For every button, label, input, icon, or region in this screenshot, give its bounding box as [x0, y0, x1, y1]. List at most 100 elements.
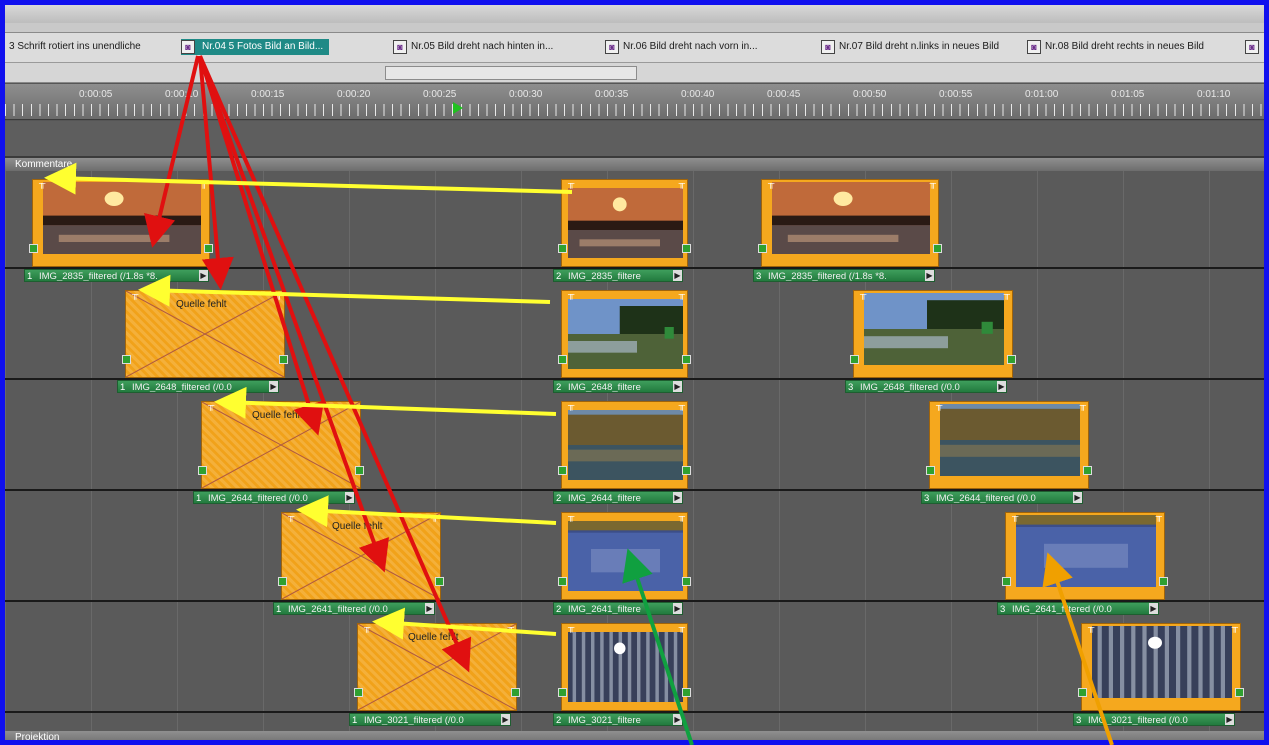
clip-label-bar[interactable]: 2 IMG_2835_filtere ▶ — [553, 269, 683, 282]
timeline-clip[interactable]: ╥ ╥ — [29, 178, 213, 267]
keyframe-handle[interactable] — [1159, 577, 1168, 586]
clip-label-bar[interactable]: 1 IMG_2644_filtered (/0.0 ▶ — [193, 491, 355, 504]
effect-tab-7[interactable]: ◙ — [1245, 39, 1263, 55]
clip-label-bar[interactable]: 2 IMG_2648_filtere ▶ — [553, 380, 683, 393]
keyframe-handle[interactable] — [558, 355, 567, 364]
keyframe-handle[interactable] — [682, 244, 691, 253]
clip-pin-icon: ╥ — [431, 511, 438, 521]
clip-end-arrow-icon[interactable]: ▶ — [269, 381, 278, 392]
keyframe-handle[interactable] — [511, 688, 520, 697]
timeline-clip[interactable]: ╥ ╥ — [558, 178, 691, 267]
effect-tab-label: 3 Schrift rotiert ins unendliche — [9, 41, 141, 52]
keyframe-handle[interactable] — [354, 688, 363, 697]
keyframe-handle[interactable] — [558, 466, 567, 475]
clip-pin-icon: ╥ — [1079, 400, 1086, 410]
keyframe-handle[interactable] — [558, 577, 567, 586]
clip-label-bar[interactable]: 3 IMG_2641_filtered (/0.0 ▶ — [997, 602, 1159, 615]
keyframe-handle[interactable] — [682, 577, 691, 586]
clip-label-bar[interactable]: 3 IMG_3021_filtered (/0.0 ▶ — [1073, 713, 1235, 726]
effect-tab-3[interactable]: ◙ Nr.05 Bild dreht nach hinten in... — [393, 39, 553, 55]
clip-end-arrow-icon[interactable]: ▶ — [199, 270, 208, 281]
keyframe-handle[interactable] — [29, 244, 38, 253]
clip-label-bar[interactable]: 2 IMG_3021_filtere ▶ — [553, 713, 683, 726]
effect-tab-4[interactable]: ◙ Nr.06 Bild dreht nach vorn in... — [605, 39, 758, 55]
effect-tab-2[interactable]: ◙ Nr.04 5 Fotos Bild an Bild... — [181, 39, 330, 55]
keyframe-handle[interactable] — [1078, 688, 1087, 697]
keyframe-handle[interactable] — [435, 577, 444, 586]
clip-end-arrow-icon[interactable]: ▶ — [345, 492, 354, 503]
keyframe-handle[interactable] — [758, 244, 767, 253]
timeline-clip[interactable]: ╥ ╥ — [558, 289, 691, 378]
keyframe-handle[interactable] — [1007, 355, 1016, 364]
clip-thumbnail — [1016, 515, 1156, 592]
timeline-clip[interactable]: ╥ ╥ — [1002, 511, 1168, 600]
clip-label-bar[interactable]: 3 IMG_2648_filtered (/0.0 ▶ — [845, 380, 1007, 393]
timeline-clip[interactable]: ╥ ╥ — [850, 289, 1016, 378]
ruler-time-label: 0:01:05 — [1111, 89, 1145, 100]
effect-tab-1[interactable]: 3 Schrift rotiert ins unendliche — [9, 39, 141, 55]
clip-end-arrow-icon[interactable]: ▶ — [673, 492, 682, 503]
timeline-clip[interactable]: Quelle fehlt ╥ ╥ — [354, 622, 520, 711]
clip-end-arrow-icon[interactable]: ▶ — [673, 381, 682, 392]
timeline-clip[interactable]: ╥ ╥ — [558, 511, 691, 600]
effect-tab-5[interactable]: ◙ Nr.07 Bild dreht n.links in neues Bild — [821, 39, 999, 55]
timeline-clip[interactable]: ╥ ╥ — [558, 400, 691, 489]
keyframe-handle[interactable] — [204, 244, 213, 253]
keyframe-handle[interactable] — [1002, 577, 1011, 586]
keyframe-handle[interactable] — [278, 577, 287, 586]
clip-number: 3 — [756, 271, 762, 282]
clip-number: 1 — [352, 715, 358, 726]
scrollbar-thumb[interactable] — [385, 66, 637, 80]
timeline-clip[interactable]: Quelle fehlt ╥ ╥ — [198, 400, 364, 489]
keyframe-handle[interactable] — [279, 355, 288, 364]
keyframe-handle[interactable] — [926, 466, 935, 475]
clip-end-arrow-icon[interactable]: ▶ — [501, 714, 510, 725]
keyframe-handle[interactable] — [850, 355, 859, 364]
keyframe-handle[interactable] — [198, 466, 207, 475]
clip-end-arrow-icon[interactable]: ▶ — [925, 270, 934, 281]
clip-pin-icon: ╥ — [208, 400, 215, 410]
keyframe-handle[interactable] — [558, 688, 567, 697]
clip-label-bar[interactable]: 3 IMG_2644_filtered (/0.0 ▶ — [921, 491, 1083, 504]
timeline-clip[interactable]: Quelle fehlt ╥ ╥ — [278, 511, 444, 600]
clip-end-arrow-icon[interactable]: ▶ — [425, 603, 434, 614]
clip-label-bar[interactable]: 1 IMG_2648_filtered (/0.0 ▶ — [117, 380, 279, 393]
clip-pin-icon: ╥ — [568, 400, 575, 410]
clip-end-arrow-icon[interactable]: ▶ — [997, 381, 1006, 392]
missing-source-label: Quelle fehlt — [176, 299, 227, 310]
keyframe-handle[interactable] — [933, 244, 942, 253]
clip-end-arrow-icon[interactable]: ▶ — [1225, 714, 1234, 725]
timeline-clip[interactable]: ╥ ╥ — [558, 622, 691, 711]
clip-end-arrow-icon[interactable]: ▶ — [673, 270, 682, 281]
timeline-clip[interactable]: ╥ ╥ — [758, 178, 942, 267]
keyframe-handle[interactable] — [1235, 688, 1244, 697]
clip-end-arrow-icon[interactable]: ▶ — [1073, 492, 1082, 503]
clip-end-arrow-icon[interactable]: ▶ — [1149, 603, 1158, 614]
clip-thumbnail — [568, 299, 683, 374]
effect-tab-6[interactable]: ◙ Nr.08 Bild dreht rechts in neues Bild — [1027, 39, 1204, 55]
clip-end-arrow-icon[interactable]: ▶ — [673, 714, 682, 725]
timeline-clip[interactable]: ╥ ╥ — [1078, 622, 1244, 711]
horizontal-scrollbar[interactable] — [5, 63, 1264, 83]
playhead-marker-icon[interactable] — [453, 102, 463, 114]
timeline-clip[interactable]: Quelle fehlt ╥ ╥ — [122, 289, 288, 378]
clip-label-bar[interactable]: 1 IMG_3021_filtered (/0.0 ▶ — [349, 713, 511, 726]
clip-label-bar[interactable]: 1 IMG_2641_filtered (/0.0 ▶ — [273, 602, 435, 615]
clip-label-bar[interactable]: 1 IMG_2835_filtered (/1.8s *8. ▶ — [24, 269, 209, 282]
clip-pin-icon: ╥ — [568, 178, 575, 188]
timeline-clip[interactable]: ╥ ╥ — [926, 400, 1092, 489]
clip-label-bar[interactable]: 3 IMG_2835_filtered (/1.8s *8. ▶ — [753, 269, 935, 282]
clip-end-arrow-icon[interactable]: ▶ — [673, 603, 682, 614]
keyframe-handle[interactable] — [355, 466, 364, 475]
keyframe-handle[interactable] — [1083, 466, 1092, 475]
keyframe-handle[interactable] — [122, 355, 131, 364]
keyframe-handle[interactable] — [682, 688, 691, 697]
keyframe-handle[interactable] — [682, 355, 691, 364]
effect-icon: ◙ — [181, 40, 195, 54]
clip-label-bar[interactable]: 2 IMG_2644_filtere ▶ — [553, 491, 683, 504]
clip-label-bar[interactable]: 2 IMG_2641_filtere ▶ — [553, 602, 683, 615]
keyframe-handle[interactable] — [682, 466, 691, 475]
clip-thumbnail — [568, 410, 683, 485]
time-ruler[interactable]: 0:00:05 0:00:10 0:00:15 0:00:20 0:00:25 0:00:… — [5, 84, 1264, 120]
keyframe-handle[interactable] — [558, 244, 567, 253]
